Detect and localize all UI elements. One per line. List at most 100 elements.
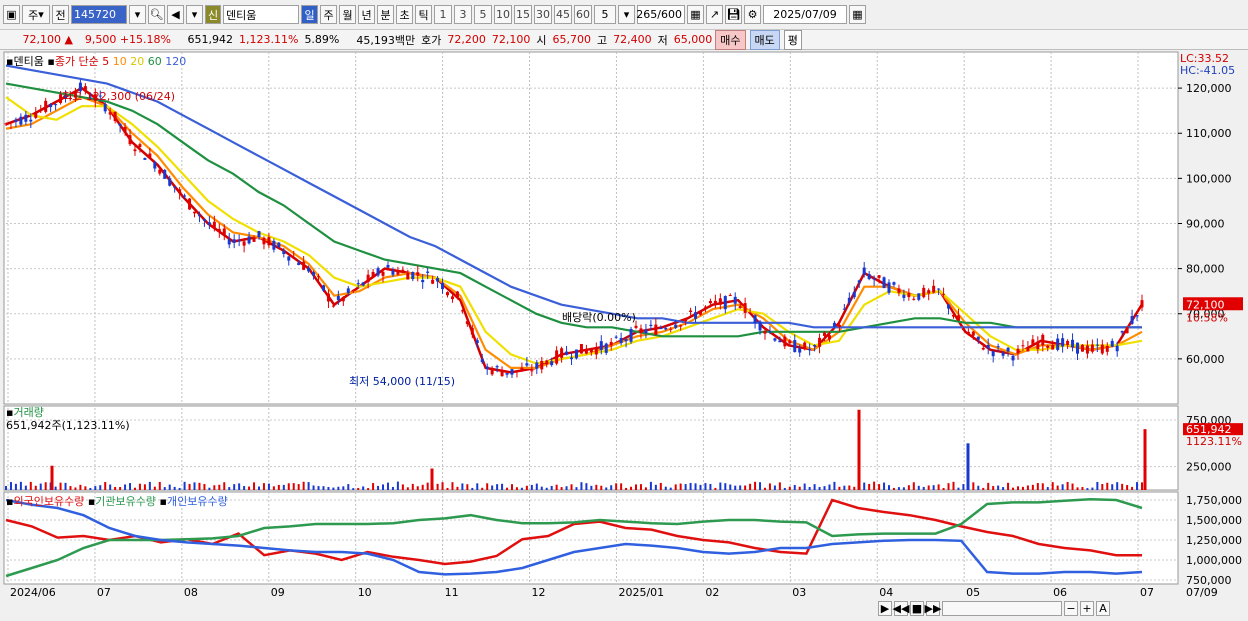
speaker-icon[interactable]: ◀ [167,5,184,24]
candle-body [193,211,197,214]
volume-spike [857,409,861,490]
candle-body [108,112,112,115]
stop-icon[interactable]: ■ [910,601,924,616]
candle-body [1001,352,1005,356]
candle-body [743,303,747,313]
period-tabs: 일주월년분초틱 [301,5,432,24]
candle-body [465,321,469,325]
stock-code-input[interactable]: 145720 [71,5,127,24]
tab-period-0[interactable]: 일 [301,5,318,24]
eval-button[interactable]: 평 [783,29,802,50]
minute-button-5[interactable]: 5 [474,5,492,24]
font-size-icon[interactable]: A [1096,601,1110,616]
volume-bar [902,487,905,490]
search-icon[interactable]: 🔍︎ [148,5,165,24]
minute-button-1[interactable]: 1 [434,5,452,24]
minute-button-30[interactable]: 30 [534,5,552,24]
volume-bar [377,485,380,490]
date-field[interactable]: 2025/07/09 [763,5,847,24]
candle-body [242,241,246,246]
candle-body [396,270,400,275]
candle-body [629,328,633,342]
volume-bar [639,484,642,490]
chart-menu-icon[interactable]: ▣ [3,5,20,24]
candle-body [823,332,827,336]
save-icon[interactable]: 💾︎ [725,5,742,24]
rewind-icon[interactable]: ◀◀ [893,601,909,616]
minute-button-45[interactable]: 45 [554,5,572,24]
candle-body [450,296,454,300]
volume-bar [615,483,618,490]
stock-chart[interactable]: 2024/06 07 08 09 10 11 12 2025/01 02 03 04 05 06 07 07… [0,51,1248,621]
buy-button[interactable]: 매수 [715,29,746,50]
fast-forward-icon[interactable]: ▶▶ [925,601,941,616]
candle-body [882,277,886,289]
candle-body [44,100,48,112]
volume-bar [386,482,389,490]
candle-body [609,341,613,346]
volume-bar [555,484,558,490]
chevron-down-icon[interactable]: ▾ [129,5,146,24]
chevron-down-icon[interactable]: ▾ [186,5,203,24]
candle-body [336,296,340,301]
candle-body [862,267,866,275]
volume-bar [19,481,22,490]
candle-body [510,369,514,375]
tab-period-6[interactable]: 틱 [415,5,432,24]
minute-button-60[interactable]: 60 [574,5,592,24]
page-count-field[interactable]: 265/600 [636,5,685,24]
tab-period-2[interactable]: 월 [339,5,356,24]
volume-bar [1141,482,1143,490]
step-select[interactable]: 5 [594,5,616,24]
sell-button[interactable]: 매도 [749,29,780,50]
tab-period-3[interactable]: 년 [358,5,375,24]
candle-body [14,119,18,122]
tab-period-5[interactable]: 초 [396,5,413,24]
zoom-in-icon[interactable]: + [1080,601,1094,616]
x-axis-label: 2024/06 [10,586,56,599]
candle-body [917,293,921,300]
candle-body [947,304,951,309]
volume-bar [312,485,315,490]
candle-body [674,324,678,328]
candle-body [733,296,737,304]
tab-period-4[interactable]: 분 [377,5,394,24]
candle-body [307,267,311,272]
candle-body [54,104,58,106]
x-axis-label: 09 [271,586,285,599]
mode-select[interactable]: 주 ▾ [22,5,50,24]
play-icon[interactable]: ▶ [878,601,892,616]
chevron-down-icon[interactable]: ▾ [618,5,635,24]
volume-bar [426,482,429,490]
stock-name-field[interactable]: 덴티움 [223,5,299,24]
candle-body [103,104,107,112]
candle-body [391,270,395,275]
legend-foreign: 외국인보유수량 [13,495,85,508]
calendar-icon[interactable]: ▦ [849,5,866,24]
gear-icon[interactable]: ⚙ [744,5,761,24]
volume-bar [307,482,310,490]
candle-body [495,366,499,368]
candle-body [669,328,673,330]
volume-bar [168,484,171,490]
candle-body [1066,340,1070,346]
candle-body [138,144,142,147]
price-tick-label: 80,000 [1186,263,1225,276]
indicator-icon[interactable]: ▦ [687,5,704,24]
minute-button-3[interactable]: 3 [454,5,472,24]
volume-bar [649,481,652,490]
tab-period-1[interactable]: 주 [320,5,337,24]
candle-body [956,315,960,321]
minute-button-15[interactable]: 15 [514,5,532,24]
candle-body [768,331,772,333]
volume-bar [352,488,355,490]
scroll-slider[interactable] [942,601,1062,616]
prev-button[interactable]: 전 [52,5,69,24]
candle-body [1056,338,1060,350]
draw-tool-icon[interactable]: ↗ [706,5,723,24]
price-tick-label: 60,000 [1186,353,1225,366]
candle-body [1071,339,1075,348]
zoom-out-icon[interactable]: − [1064,601,1078,616]
volume-bar [892,487,895,490]
minute-button-10[interactable]: 10 [494,5,512,24]
